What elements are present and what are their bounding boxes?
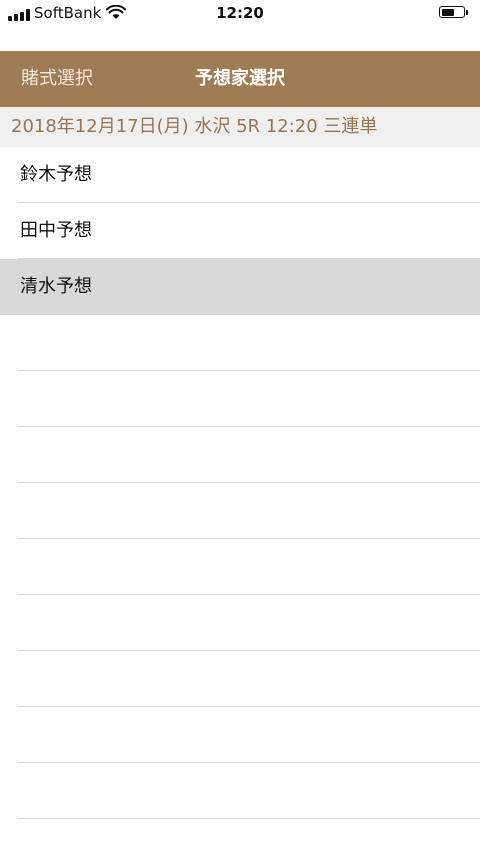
- empty-row: [0, 763, 480, 819]
- battery-icon: [439, 6, 465, 18]
- empty-row: [0, 707, 480, 763]
- forecaster-name: 清水予想: [20, 276, 92, 297]
- empty-row: [0, 483, 480, 539]
- empty-row: [0, 651, 480, 707]
- forecaster-name: 鈴木予想: [20, 164, 92, 185]
- navigation-bar: 賭式選択 予想家選択: [0, 51, 480, 107]
- empty-row: [0, 427, 480, 483]
- empty-row: [0, 539, 480, 595]
- clock: 12:20: [216, 4, 264, 22]
- empty-row: [0, 371, 480, 427]
- race-info-header: 2018年12月17日(月) 水沢 5R 12:20 三連単: [0, 107, 480, 147]
- row-separator: [18, 818, 480, 819]
- empty-row: [0, 595, 480, 651]
- status-bar: SoftBank 12:20: [0, 0, 480, 28]
- race-info-text: 2018年12月17日(月) 水沢 5R 12:20 三連単: [11, 116, 378, 137]
- forecaster-row[interactable]: 鈴木予想: [0, 147, 480, 203]
- forecaster-row[interactable]: 田中予想: [0, 203, 480, 259]
- battery-nub: [466, 10, 468, 15]
- empty-row: [0, 315, 480, 371]
- forecaster-list: 鈴木予想田中予想清水予想: [0, 147, 480, 819]
- back-button[interactable]: 賭式選択: [21, 51, 93, 107]
- forecaster-row[interactable]: 清水予想: [0, 259, 480, 315]
- forecaster-name: 田中予想: [20, 220, 92, 241]
